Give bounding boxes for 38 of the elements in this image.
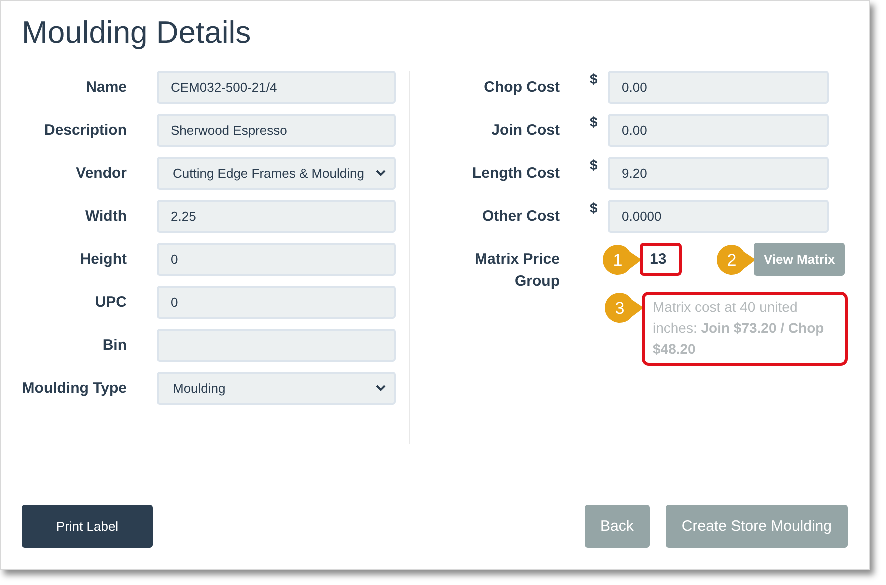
field-label: Description: [43, 122, 127, 138]
field-label: Height: [79, 250, 127, 268]
chevron-down-icon: [376, 384, 386, 392]
callout-marker: 2: [716, 244, 756, 276]
input-field[interactable]: 0.00: [608, 70, 829, 104]
currency-symbol: $: [590, 114, 599, 130]
input-field[interactable]: Sherwood Espresso: [157, 114, 396, 146]
input-field[interactable]: 0.0000: [608, 200, 829, 232]
field-label: Length Cost: [472, 164, 560, 182]
input-field[interactable]: 0: [157, 286, 396, 318]
dropdown[interactable]: Cutting Edge Frames & Moulding: [157, 156, 396, 190]
field-label: Vendor: [75, 164, 127, 182]
page-title: Moulding Details: [22, 15, 252, 51]
dropdown[interactable]: Moulding: [157, 372, 396, 404]
field-label: Chop Cost: [483, 78, 560, 96]
callout-marker: 1: [602, 244, 642, 276]
field-label: Moulding Type: [22, 380, 127, 396]
field-label: Width: [84, 208, 127, 224]
currency-symbol: $: [590, 71, 599, 87]
currency-symbol: $: [590, 200, 599, 216]
field-label: Matrix Price Group: [474, 250, 560, 292]
input-field[interactable]: 2.25: [157, 200, 396, 232]
input-field[interactable]: 0: [157, 242, 396, 276]
field-label: UPC: [94, 294, 127, 310]
input-field[interactable]: 9.20: [608, 156, 829, 190]
input-field[interactable]: CEM032-500-21/4: [157, 70, 396, 104]
input-field[interactable]: 0.00: [608, 114, 829, 146]
chevron-down-icon: [376, 169, 386, 177]
input-field[interactable]: [157, 328, 396, 362]
callout-marker: 3: [604, 292, 644, 324]
field-label: Join Cost: [490, 122, 560, 138]
field-label: Bin: [102, 336, 127, 354]
print-button[interactable]: Print Label: [22, 505, 153, 548]
matrix-cost-note: Matrix cost at 40 united inches: Join $73.20 / Chop $48.20: [642, 292, 848, 366]
field-label: Name: [85, 78, 127, 96]
currency-symbol: $: [590, 157, 599, 173]
field-label: Other Cost: [481, 208, 560, 224]
price-group-value: 13: [640, 243, 682, 276]
